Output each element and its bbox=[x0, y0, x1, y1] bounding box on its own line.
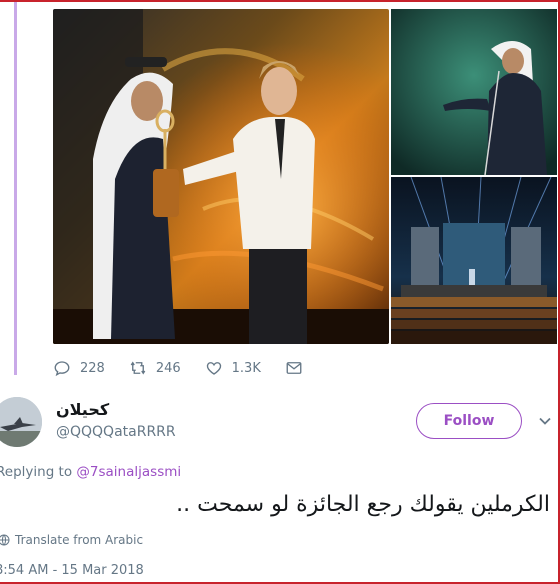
reply-action[interactable]: 228 bbox=[53, 359, 105, 377]
replying-prefix: Replying to bbox=[0, 464, 73, 480]
timestamp[interactable]: 8:54 AM - 15 Mar 2018 bbox=[0, 563, 144, 578]
replying-to-link[interactable]: @7sainaljassmi bbox=[76, 464, 181, 480]
thread-line bbox=[14, 0, 17, 375]
media-photo-stage[interactable] bbox=[391, 177, 557, 344]
user-handle[interactable]: @QQQQataRRRR bbox=[56, 424, 176, 440]
replying-to: Replying to @7sainaljassmi bbox=[0, 464, 181, 480]
retweet-count: 246 bbox=[155, 360, 181, 376]
media-photo-award[interactable] bbox=[53, 9, 389, 344]
reply-icon bbox=[54, 361, 70, 377]
media-photo-performer[interactable] bbox=[391, 9, 557, 175]
tweet-media-grid bbox=[53, 9, 557, 344]
tweet-actions: 228 246 1.3K bbox=[53, 355, 327, 381]
translate-link[interactable]: Translate from Arabic bbox=[0, 533, 143, 547]
heart-icon bbox=[206, 362, 221, 375]
retweet-icon bbox=[130, 361, 146, 375]
message-action[interactable] bbox=[285, 359, 303, 377]
tweet-text: الكرملين يقولك رجع الجائزة لو سمحت .. bbox=[176, 492, 550, 517]
like-action[interactable]: 1.3K bbox=[205, 359, 261, 377]
avatar[interactable] bbox=[0, 397, 42, 447]
retweet-action[interactable]: 246 bbox=[129, 359, 181, 377]
follow-button[interactable]: Follow bbox=[416, 403, 522, 439]
display-name[interactable]: كحيلان bbox=[56, 400, 109, 419]
translate-label: Translate from Arabic bbox=[15, 533, 144, 547]
chevron-down-icon[interactable] bbox=[538, 414, 552, 428]
like-count: 1.3K bbox=[231, 360, 261, 376]
reply-count: 228 bbox=[80, 360, 105, 376]
globe-icon bbox=[0, 534, 10, 546]
envelope-icon bbox=[286, 362, 302, 374]
